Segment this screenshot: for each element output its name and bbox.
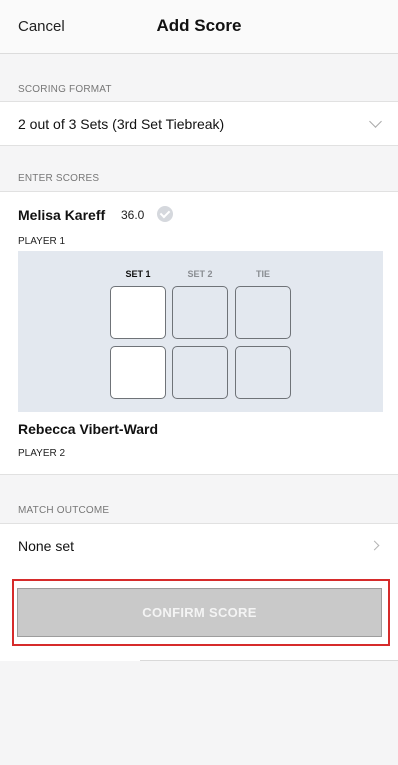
scoring-format-select[interactable]: 2 out of 3 Sets (3rd Set Tiebreak): [0, 101, 398, 146]
player2-name: Rebecca Vibert-Ward: [18, 421, 159, 437]
chevron-down-icon: [369, 115, 382, 128]
column-header-tie: TIE: [255, 269, 270, 279]
player1-rating: 36.0: [121, 208, 145, 222]
player1-name: Melisa Kareff: [18, 207, 106, 223]
section-label-enter-scores: ENTER SCORES: [18, 173, 100, 184]
match-outcome-select[interactable]: None set: [0, 523, 398, 567]
score-entry-panel: SET 1 SET 2 TIE: [18, 251, 383, 412]
player1-label: PLAYER 1: [18, 236, 66, 247]
cancel-button[interactable]: Cancel: [18, 18, 65, 35]
chevron-right-icon: [369, 540, 380, 551]
divider: [140, 660, 398, 661]
scoring-format-value: 2 out of 3 Sets (3rd Set Tiebreak): [18, 116, 225, 132]
match-outcome-value: None set: [18, 538, 75, 554]
column-header-set2: SET 2: [187, 269, 213, 279]
player2-set2-input[interactable]: [172, 346, 228, 399]
nav-header: Cancel Add Score: [0, 0, 398, 54]
verified-badge-icon: [157, 206, 173, 222]
column-header-set1: SET 1: [125, 269, 151, 279]
confirm-score-button[interactable]: CONFIRM SCORE: [17, 588, 382, 637]
confirm-section: CONFIRM SCORE: [0, 566, 398, 661]
player1-set1-input[interactable]: [110, 286, 166, 339]
player1-tie-input[interactable]: [235, 286, 291, 339]
section-label-match-outcome: MATCH OUTCOME: [18, 505, 110, 516]
player2-set1-input[interactable]: [110, 346, 166, 399]
section-label-scoring-format: SCORING FORMAT: [18, 84, 112, 95]
player2-tie-input[interactable]: [235, 346, 291, 399]
player2-label: PLAYER 2: [18, 448, 66, 459]
player1-set2-input[interactable]: [172, 286, 228, 339]
